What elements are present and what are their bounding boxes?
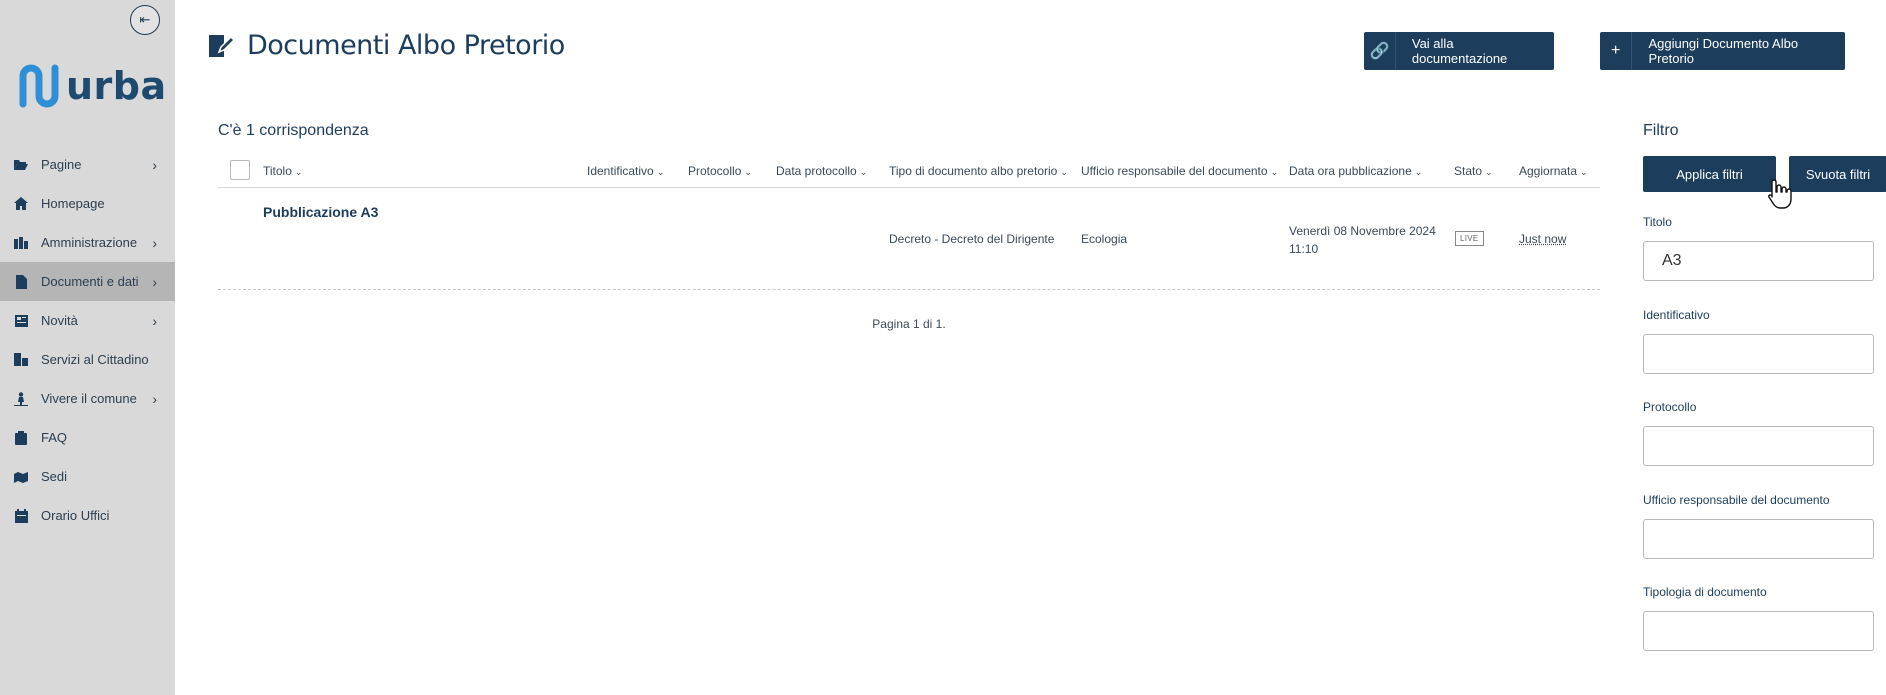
chevron-down-icon: ⌄ (1414, 167, 1423, 177)
plus-icon: + (1600, 32, 1633, 70)
sidebar-item-label: Orario Uffici (41, 508, 110, 523)
table-header: Titolo ⌄ Identificativo ⌄ Protocollo ⌄ Data… (218, 158, 1600, 188)
sidebar-item-sedi[interactable]: Sedi (0, 457, 175, 496)
sidebar-item-label: Novità (41, 313, 78, 328)
urba-logo-icon (19, 64, 59, 108)
col-titolo[interactable]: Titolo ⌄ (263, 164, 302, 178)
col-stato[interactable]: Stato ⌄ (1454, 164, 1493, 178)
chevron-down-icon: ⌄ (1060, 167, 1068, 177)
arrow-left-to-line-icon: ⇤ (139, 12, 151, 27)
table-row[interactable]: Pubblicazione A3 Decreto - Decreto del D… (218, 190, 1600, 290)
sidebar-item-label: Servizi al Cittadino (41, 352, 149, 367)
col-aggiornata[interactable]: Aggiornata ⌄ (1519, 164, 1588, 178)
col-data-protocollo[interactable]: Data protocollo ⌄ (776, 164, 867, 178)
filter-label-identificativo: Identificativo (1643, 308, 1710, 322)
map-marker-icon (14, 470, 28, 484)
city-icon (14, 353, 28, 367)
select-all-checkbox[interactable] (230, 160, 250, 180)
chevron-right-icon: › (152, 274, 157, 290)
collapse-sidebar-button[interactable]: ⇤ (130, 5, 160, 35)
sidebar-item-label: Sedi (41, 469, 68, 484)
col-protocollo[interactable]: Protocollo ⌄ (688, 164, 752, 178)
sidebar-item-faq[interactable]: FAQ (0, 418, 175, 457)
logo[interactable]: urba (18, 64, 167, 108)
sidebar-item-label: Documenti e dati (41, 274, 139, 289)
chevron-down-icon: ⌄ (859, 167, 868, 177)
sidebar-item-label: Vivere il comune (41, 391, 137, 406)
sidebar-item-orario-uffici[interactable]: Orario Uffici (0, 496, 175, 535)
clear-filters-button[interactable]: Svuota filtri (1789, 156, 1886, 192)
sidebar-item-homepage[interactable]: Homepage (0, 184, 175, 223)
pagination-info: Pagina 1 di 1. (872, 317, 946, 331)
col-data-ora-pubblicazione[interactable]: Data ora pubblicazione ⌄ (1289, 164, 1422, 178)
sidebar-item-servizi-al-cittadino[interactable]: Servizi al Cittadino (0, 340, 175, 379)
newspaper-icon (14, 314, 28, 328)
folder-open-icon (14, 158, 28, 172)
sidebar-item-label: Pagine (41, 157, 82, 172)
chevron-right-icon: › (152, 391, 157, 407)
link-icon: 🔗 (1364, 32, 1396, 70)
chevron-down-icon: ⌄ (1580, 167, 1588, 177)
chevron-down-icon: ⌄ (1485, 167, 1493, 177)
col-ufficio-responsabile[interactable]: Ufficio responsabile del documento ⌄ (1081, 164, 1278, 178)
sidebar-item-documenti-e-dati[interactable]: Documenti e dati › (0, 262, 175, 301)
filter-input-titolo[interactable]: A3 (1643, 241, 1874, 281)
row-aggiornata[interactable]: Just now (1519, 232, 1566, 246)
chevron-right-icon: › (152, 313, 157, 329)
docs-button[interactable]: 🔗 Vai alla documentazione (1364, 32, 1554, 70)
sidebar-item-pagine[interactable]: Pagine › (0, 145, 175, 184)
sidebar-item-novita[interactable]: Novità › (0, 301, 175, 340)
filter-label-titolo: Titolo (1643, 215, 1672, 229)
home-icon (14, 197, 28, 211)
filter-title: Filtro (1643, 122, 1679, 139)
filter-label-protocollo: Protocollo (1643, 400, 1697, 414)
col-tipo-documento[interactable]: Tipo di documento albo pretorio ⌄ (889, 164, 1068, 178)
add-document-button[interactable]: + Aggiungi Documento Albo Pretorio (1600, 32, 1845, 70)
status-badge: LIVE (1455, 231, 1484, 246)
page-title: Documenti Albo Pretorio (207, 30, 565, 61)
chevron-right-icon: › (152, 235, 157, 251)
filter-label-tipologia: Tipologia di documento (1643, 585, 1767, 599)
sidebar-item-label: FAQ (41, 430, 68, 445)
sidebar-item-label: Homepage (41, 196, 105, 211)
sidebar-item-vivere-il-comune[interactable]: Vivere il comune › (0, 379, 175, 418)
chevron-down-icon: ⌄ (656, 167, 665, 177)
filter-input-ufficio[interactable] (1643, 519, 1874, 559)
file-icon (14, 274, 28, 289)
chevron-down-icon: ⌄ (744, 167, 752, 177)
filter-input-protocollo[interactable] (1643, 426, 1874, 466)
filter-input-identificativo[interactable] (1643, 334, 1874, 374)
sidebar-item-label: Amministrazione (41, 235, 138, 250)
row-ufficio: Ecologia (1081, 232, 1128, 246)
edit-document-icon (209, 34, 235, 57)
apply-filters-button[interactable]: Applica filtri (1643, 156, 1776, 192)
calendar-icon (14, 508, 28, 523)
filter-label-ufficio: Ufficio responsabile del documento (1643, 493, 1830, 507)
sidebar: ⇤ urba Pagine › Homepage Amministrazione… (0, 0, 175, 695)
logo-text: urba (66, 64, 167, 108)
sidebar-nav: Pagine › Homepage Amministrazione › Docu… (0, 145, 175, 535)
hand-cursor-icon (1768, 179, 1792, 209)
chevron-down-icon: ⌄ (1270, 167, 1279, 177)
filter-input-tipologia[interactable] (1643, 611, 1874, 651)
page-heading: Documenti Albo Pretorio (247, 30, 565, 61)
clipboard-icon (14, 430, 28, 445)
chevron-right-icon: › (152, 157, 157, 173)
chevron-down-icon: ⌄ (294, 167, 303, 177)
row-title-link[interactable]: Pubblicazione A3 (263, 204, 378, 220)
col-identificativo[interactable]: Identificativo ⌄ (587, 164, 664, 178)
row-tipo-documento: Decreto - Decreto del Dirigente (889, 232, 1055, 246)
person-icon (14, 391, 28, 406)
building-icon (14, 236, 28, 250)
sidebar-item-amministrazione[interactable]: Amministrazione › (0, 223, 175, 262)
results-count: C'è 1 corrispondenza (218, 122, 369, 139)
row-data-pubblicazione: Venerdì 08 Novembre 2024 11:10 (1289, 224, 1436, 256)
